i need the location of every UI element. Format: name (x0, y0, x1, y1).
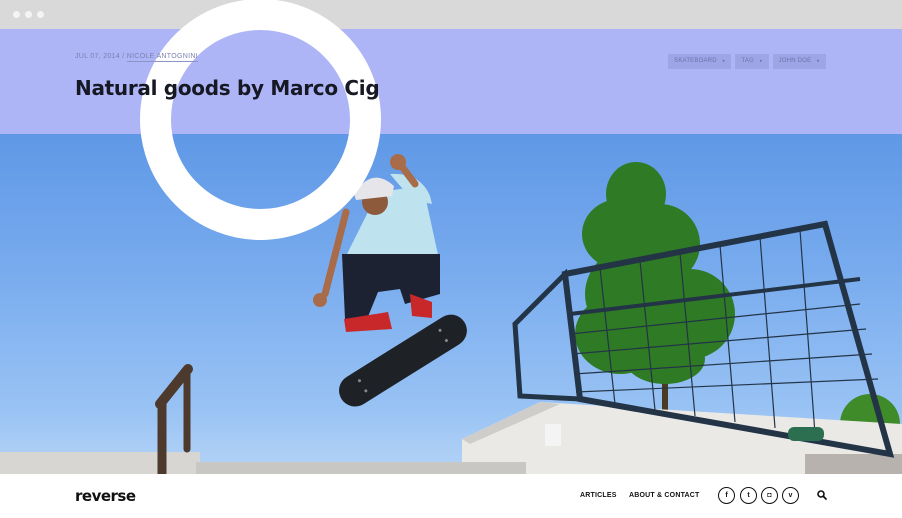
skateboard-photo-illustration (0, 154, 902, 474)
post-date: JUL 07, 2014 (75, 53, 120, 60)
nav-articles[interactable]: ARTICLES (580, 492, 617, 499)
nav-about-contact[interactable]: ABOUT & CONTACT (629, 492, 700, 499)
meta-separator: / (122, 53, 125, 60)
tag-tag[interactable]: TAG ▸ (735, 54, 769, 69)
post-title: Natural goods by Marco Cig (75, 76, 380, 100)
browser-window-bar (0, 0, 902, 29)
site-logo[interactable]: reverse (75, 487, 136, 505)
tag-arrow-icon: ▸ (759, 58, 763, 64)
facebook-icon[interactable]: f (718, 487, 735, 504)
window-dot-maximize[interactable] (37, 11, 44, 18)
tag-label: SKATEBOARD (674, 58, 717, 64)
twitter-icon[interactable]: t (740, 487, 757, 504)
instagram-glyph: ◘ (767, 492, 772, 499)
decorative-ring (140, 0, 381, 240)
facebook-glyph: f (725, 492, 728, 499)
search-icon[interactable] (816, 489, 828, 501)
hero-image (0, 134, 902, 474)
post-author-link[interactable]: NICOLE ANTOGNINI (126, 53, 198, 62)
tag-john-doe[interactable]: JOHN DOE ▸ (772, 54, 826, 69)
tag-label: TAG (741, 58, 754, 64)
window-dot-close[interactable] (13, 11, 20, 18)
tag-arrow-icon: ▸ (722, 58, 726, 64)
tag-arrow-icon: ▸ (817, 58, 820, 64)
tag-list: SKATEBOARD ▸ TAG ▸ JOHN DOE ▸ (668, 54, 826, 69)
tag-skateboard[interactable]: SKATEBOARD ▸ (668, 54, 732, 69)
tag-label: JOHN DOE (778, 58, 812, 64)
post-meta: JUL 07, 2014 / NICOLE ANTOGNINI (75, 53, 198, 62)
vimeo-icon[interactable]: v (782, 487, 799, 504)
instagram-icon[interactable]: ◘ (761, 487, 778, 504)
window-dot-minimize[interactable] (25, 11, 32, 18)
vimeo-glyph: v (788, 492, 793, 499)
twitter-glyph: t (747, 492, 750, 499)
